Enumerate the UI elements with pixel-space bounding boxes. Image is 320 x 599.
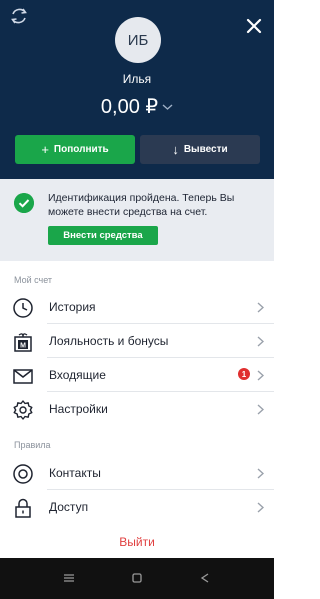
- back-icon[interactable]: [198, 571, 212, 585]
- menu-icon[interactable]: [62, 571, 76, 585]
- chevron-right-icon: [257, 468, 264, 479]
- chevron-right-icon: [257, 302, 264, 313]
- menu-item-inbox[interactable]: Входящие 1: [0, 358, 274, 392]
- balance-selector[interactable]: 0,00 ₽: [0, 94, 274, 119]
- svg-text:M: M: [20, 343, 26, 350]
- lock-icon: [15, 498, 31, 518]
- avatar-initials: ИБ: [127, 31, 149, 49]
- contacts-icon: [13, 464, 33, 484]
- deposit-funds-button[interactable]: Внести средства: [48, 226, 158, 245]
- menu-item-history[interactable]: История: [0, 290, 274, 324]
- menu-item-access[interactable]: Доступ: [0, 490, 274, 524]
- withdraw-button[interactable]: ↓ Вывести: [140, 135, 260, 164]
- user-name: Илья: [122, 72, 152, 86]
- menu-item-contacts[interactable]: Контакты: [0, 456, 274, 490]
- logout-button[interactable]: Выйти: [0, 535, 274, 549]
- close-icon[interactable]: [243, 15, 265, 37]
- menu-label-inbox: Входящие: [49, 368, 106, 382]
- plus-icon: +: [41, 142, 49, 157]
- envelope-icon: [13, 369, 33, 384]
- chevron-right-icon: [257, 502, 264, 513]
- menu-label-loyalty: Лояльность и бонусы: [49, 334, 169, 348]
- menu-item-settings[interactable]: Настройки: [0, 392, 274, 426]
- chevron-down-icon: [162, 103, 173, 110]
- avatar[interactable]: ИБ: [115, 17, 161, 63]
- section-my-account: Мой счет: [14, 275, 53, 285]
- chevron-right-icon: [257, 370, 264, 381]
- gift-m-icon: M: [14, 333, 32, 352]
- check-circle-icon: [14, 193, 34, 213]
- menu-label-access: Доступ: [49, 500, 89, 514]
- menu-label-history: История: [49, 300, 96, 314]
- chevron-right-icon: [257, 336, 264, 347]
- unread-count-badge: 1: [238, 368, 250, 380]
- notice-text: Идентификация пройдена. Теперь Вы можете…: [48, 192, 235, 218]
- section-rules: Правила: [14, 440, 51, 450]
- arrow-down-icon: ↓: [172, 142, 179, 157]
- home-square-icon[interactable]: [130, 571, 144, 585]
- top-up-label: Пополнить: [53, 144, 109, 155]
- menu-item-loyalty[interactable]: M Лояльность и бонусы: [0, 324, 274, 358]
- chevron-right-icon: [257, 404, 264, 415]
- gear-icon: [13, 400, 33, 420]
- withdraw-label: Вывести: [183, 144, 228, 155]
- menu-label-settings: Настройки: [49, 402, 108, 416]
- system-navigation-bar: [0, 558, 274, 599]
- refresh-icon[interactable]: [7, 5, 31, 27]
- menu-label-contacts: Контакты: [49, 466, 101, 480]
- clock-icon: [13, 298, 33, 318]
- balance-amount: 0,00 ₽: [100, 96, 159, 118]
- top-up-button[interactable]: + Пополнить: [15, 135, 135, 164]
